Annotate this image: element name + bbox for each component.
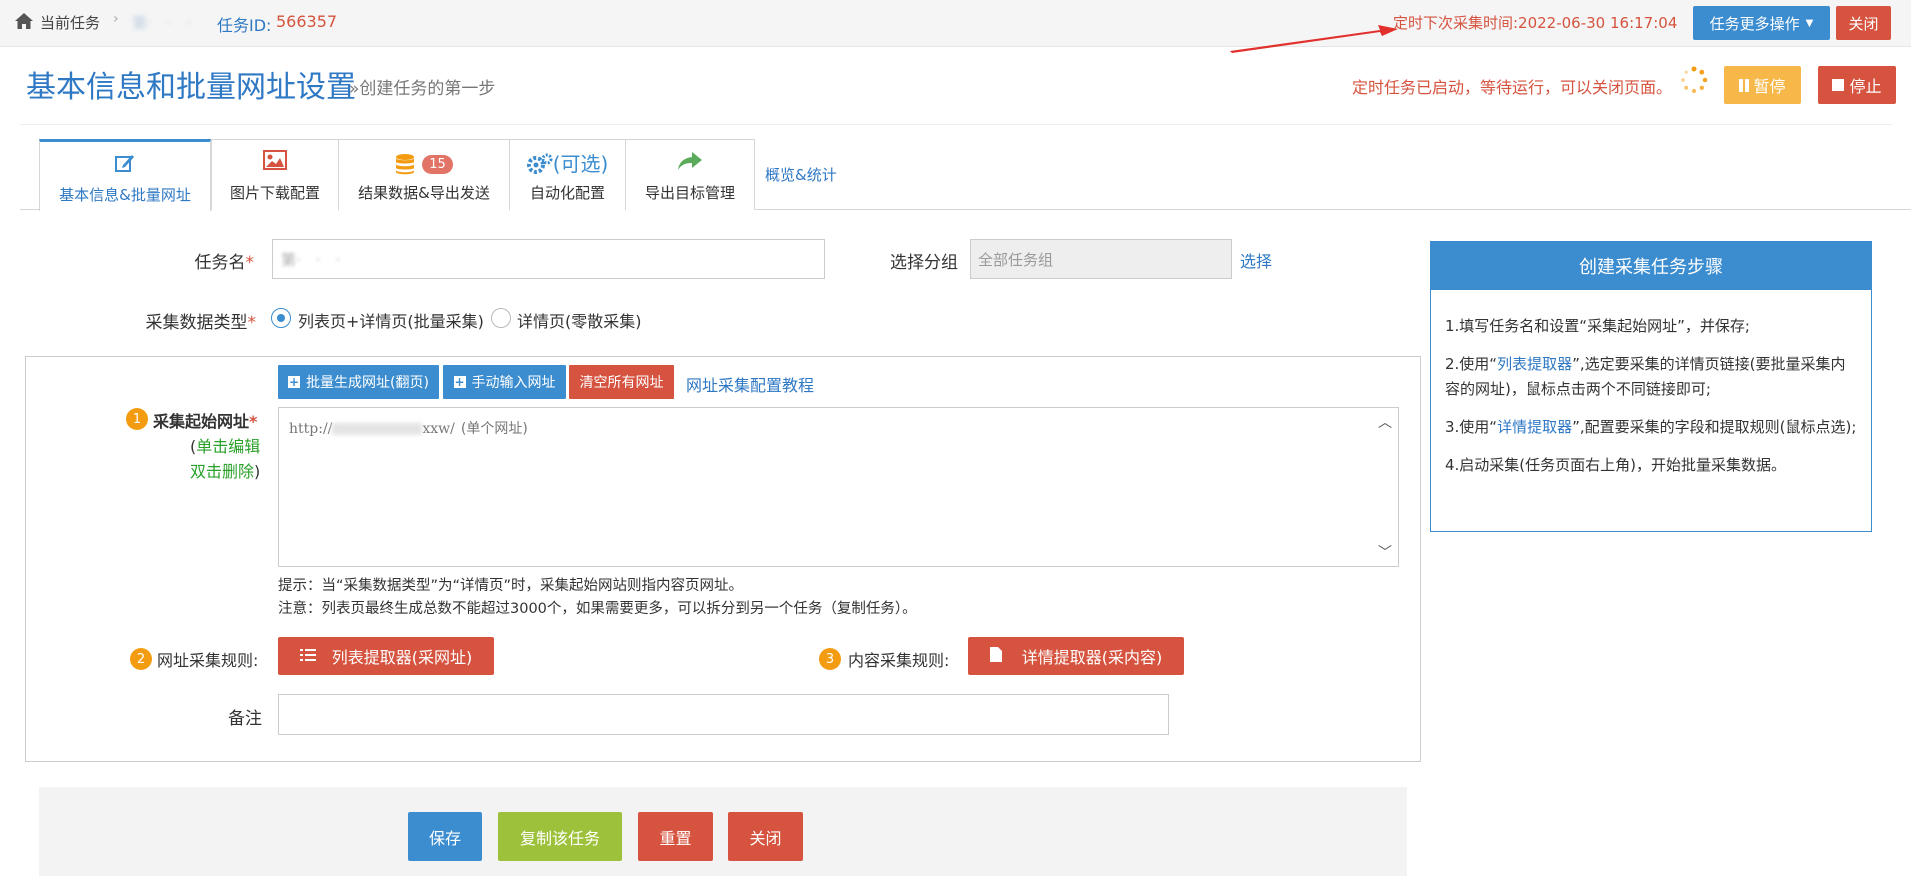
tab-label: 基本信息&批量网址 — [59, 186, 191, 204]
step-item: 1.填写任务名和设置“采集起始网址”，并保存; — [1445, 317, 1750, 335]
stop-icon — [1832, 79, 1845, 91]
more-operations-button[interactable]: 任务更多操作 ▼ — [1693, 6, 1830, 40]
plus-square-icon: + — [288, 375, 301, 389]
save-button[interactable]: 保存 — [408, 812, 482, 861]
tab-export-target[interactable]: 导出目标管理 — [625, 139, 755, 210]
task-name-value: 第· · · — [281, 251, 341, 269]
stop-button[interactable]: 停止 — [1818, 66, 1896, 104]
url-tutorial-link[interactable]: 网址采集配置教程 — [686, 372, 814, 396]
button-label: 详情提取器(采内容) — [1021, 648, 1163, 667]
pause-label: 暂停 — [1753, 77, 1786, 96]
tab-basic-info[interactable]: 基本信息&批量网址 — [39, 139, 211, 211]
file-icon — [989, 646, 1002, 666]
gears-icon — [526, 153, 553, 174]
group-select-input[interactable]: 全部任务组 — [970, 239, 1232, 279]
start-url-hint-edit: (单击编辑 — [190, 437, 261, 456]
chevron-right-icon: › — [113, 11, 119, 27]
step-badge-3: 3 — [819, 648, 841, 670]
start-url-hint-delete: 双击删除) — [190, 462, 261, 481]
step-badge-2: 2 — [130, 648, 152, 670]
remark-label: 备注 — [228, 709, 262, 729]
group-value: 全部任务组 — [978, 251, 1054, 269]
tab-optional-text: (可选) — [552, 152, 609, 176]
button-label: 手动输入网址 — [471, 375, 556, 391]
arrow-annotation — [1230, 25, 1398, 53]
tab-label: 自动化配置 — [529, 184, 605, 202]
batch-generate-url-button[interactable]: + 批量生成网址(翻页) — [278, 365, 439, 399]
share-icon — [626, 150, 754, 178]
scroll-down-icon[interactable]: ﹀ — [1378, 542, 1392, 562]
header-divider — [20, 124, 1892, 125]
stop-label: 停止 — [1849, 77, 1882, 96]
steps-panel-body: 1.填写任务名和设置“采集起始网址”，并保存; 2.使用“列表提取器”,选定要采… — [1431, 290, 1871, 478]
group-label: 选择分组 — [890, 253, 958, 273]
database-icon — [396, 154, 415, 175]
list-extractor-button[interactable]: 列表提取器(采网址) — [278, 637, 494, 675]
page-title: 基本信息和批量网址设置 — [26, 70, 356, 105]
radio-list-detail[interactable] — [271, 308, 291, 328]
url-tip-text: 提示：当“采集数据类型”为“详情页”时，采集起始网站则指内容页网址。 — [278, 578, 744, 594]
step-item: 3.使用“详情提取器”,配置要采集的字段和提取规则(鼠标点选); — [1445, 418, 1857, 436]
copy-task-button[interactable]: 复制该任务 — [498, 812, 622, 861]
task-name-label: 任务名* — [194, 253, 255, 273]
tab-label: 图片下载配置 — [229, 184, 320, 202]
start-url-textarea[interactable]: http://xxw/(单个网址) ︿ ﹀ — [278, 407, 1399, 567]
top-close-button[interactable]: 关闭 — [1836, 6, 1891, 40]
tab-icon-row: (可选) — [510, 150, 625, 178]
scroll-up-icon[interactable]: ︿ — [1378, 412, 1392, 432]
pause-icon — [1739, 78, 1750, 92]
data-type-label: 采集数据类型* — [145, 313, 257, 333]
page-subtitle: »创建任务的第一步 — [349, 79, 496, 99]
tab-label: 结果数据&导出发送 — [358, 184, 490, 202]
breadcrumb-current[interactable]: 当前任务 — [40, 12, 100, 33]
remark-input[interactable] — [278, 694, 1169, 735]
button-label: 列表提取器(采网址) — [331, 648, 473, 667]
task-id-value: 566357 — [276, 12, 338, 31]
step-item: 2.使用“列表提取器”,选定要采集的详情页链接(要批量采集内容的网址)，鼠标点击… — [1445, 355, 1846, 398]
list-icon — [299, 647, 316, 666]
url-note-text: 注意：列表页最终生成总数不能超过3000个，如果需要更多，可以拆分到另一个任务（… — [278, 601, 917, 617]
steps-panel-title: 创建采集任务步骤 — [1431, 242, 1871, 290]
list-extractor-link[interactable]: 列表提取器 — [1497, 355, 1572, 373]
plus-square-icon: + — [453, 375, 466, 389]
footer-close-button[interactable]: 关闭 — [728, 812, 803, 861]
caret-down-icon: ▼ — [1805, 17, 1814, 29]
next-run-time: 定时下次采集时间:2022-06-30 16:17:04 — [1393, 14, 1678, 32]
reset-button[interactable]: 重置 — [638, 812, 713, 861]
manual-input-url-button[interactable]: + 手动输入网址 — [443, 365, 566, 399]
url-entry[interactable]: http://xxw/(单个网址) — [289, 418, 528, 438]
pause-button[interactable]: 暂停 — [1724, 66, 1801, 104]
more-operations-label: 任务更多操作 — [1709, 14, 1800, 33]
tab-count-badge: 15 — [422, 154, 453, 174]
clear-all-urls-button[interactable]: 清空所有网址 — [569, 365, 674, 399]
button-label: 批量生成网址(翻页) — [306, 375, 429, 391]
task-status-text: 定时任务已启动，等待运行，可以关闭页面。 — [1352, 78, 1673, 97]
tab-result-data[interactable]: 15 结果数据&导出发送 — [338, 139, 510, 210]
image-icon — [212, 150, 338, 178]
tab-icon-row: 15 — [339, 150, 509, 178]
edit-icon — [40, 152, 210, 180]
group-select-link[interactable]: 选择 — [1240, 248, 1272, 272]
tab-automation[interactable]: (可选) 自动化配置 — [509, 139, 626, 210]
task-name-input[interactable]: 第· · · — [272, 239, 825, 279]
tab-image-download[interactable]: 图片下载配置 — [211, 139, 339, 210]
detail-extractor-button[interactable]: 详情提取器(采内容) — [968, 637, 1184, 675]
tab-label: 导出目标管理 — [644, 184, 735, 202]
step-badge-1: 1 — [126, 408, 148, 430]
footer-bar — [39, 787, 1407, 876]
loading-spinner-icon — [1681, 66, 1708, 94]
breadcrumb-task-name: 第· · · — [132, 14, 192, 32]
overview-link[interactable]: 概览&统计 — [765, 164, 837, 185]
home-icon[interactable] — [14, 11, 34, 31]
url-rule-label: 网址采集规则: — [157, 651, 259, 670]
steps-panel: 创建采集任务步骤 1.填写任务名和设置“采集起始网址”，并保存; 2.使用“列表… — [1430, 241, 1872, 532]
detail-extractor-link[interactable]: 详情提取器 — [1497, 418, 1572, 436]
content-rule-label: 内容采集规则: — [848, 651, 950, 670]
radio-list-detail-label[interactable]: 列表页+详情页(批量采集) — [298, 308, 484, 332]
task-id-label: 任务ID: — [217, 16, 272, 35]
radio-detail-only[interactable] — [491, 308, 511, 328]
radio-detail-only-label[interactable]: 详情页(零散采集) — [517, 308, 642, 332]
start-url-label: 采集起始网址* — [153, 412, 258, 431]
step-item: 4.启动采集(任务页面右上角)，开始批量采集数据。 — [1445, 456, 1787, 474]
